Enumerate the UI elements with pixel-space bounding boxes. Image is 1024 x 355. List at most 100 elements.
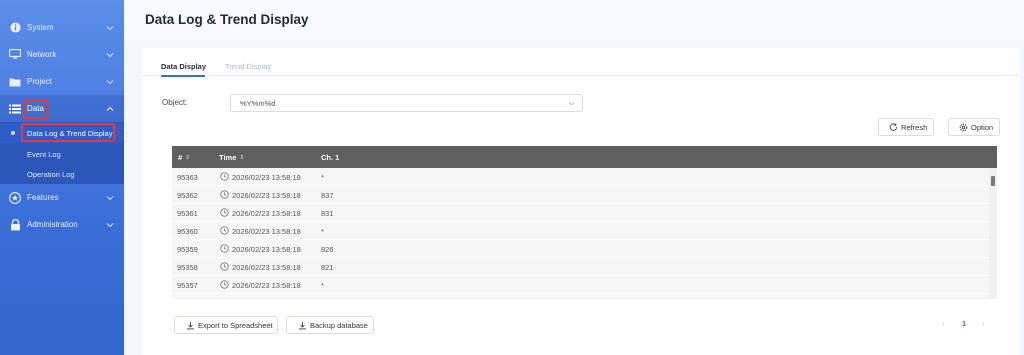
row-ch1: * xyxy=(321,281,324,290)
row-id: 95358 xyxy=(177,263,198,272)
sidebar-item-system[interactable]: System xyxy=(0,14,124,41)
table-row[interactable]: 95357 2026/02/23 13:58:18 * xyxy=(172,276,989,294)
object-select-value: %Y%m%d xyxy=(240,99,276,108)
chevron-down-icon xyxy=(106,222,114,227)
sidebar-item-label: Network xyxy=(27,50,57,59)
row-ch1: 821 xyxy=(321,263,334,272)
object-select[interactable]: %Y%m%d xyxy=(230,94,583,112)
row-time: 2026/02/23 13:58:18 xyxy=(232,227,301,236)
clock-icon xyxy=(220,262,229,271)
column-header-time[interactable]: Time ⇕ xyxy=(219,153,244,162)
data-table: # ⇕ Time ⇕ Ch. 1 95363 2026/02/23 13:58:19… xyxy=(172,146,997,299)
sidebar-subitem-label: Operation Log xyxy=(27,169,75,179)
highlight-box xyxy=(21,123,115,142)
row-id: 95359 xyxy=(177,245,198,254)
pagination-prev[interactable]: ‹ xyxy=(942,319,945,328)
row-time: 2026/02/23 13:58:19 xyxy=(232,173,301,182)
sidebar-item-features[interactable]: Features xyxy=(0,184,124,211)
table-body: 95363 2026/02/23 13:58:19 * 95362 2026/0… xyxy=(172,168,997,299)
row-id: 95361 xyxy=(177,209,198,218)
sidebar-item-data[interactable]: Data xyxy=(0,95,124,122)
active-tab-indicator xyxy=(161,75,205,77)
list-icon xyxy=(9,103,21,115)
row-ch1: 837 xyxy=(321,191,334,200)
info-icon xyxy=(9,22,21,34)
table-row[interactable]: 95363 2026/02/23 13:58:19 * xyxy=(172,168,989,186)
gear-icon xyxy=(958,122,968,132)
pagination-next[interactable]: › xyxy=(982,319,985,328)
page-title: Data Log & Trend Display xyxy=(145,12,309,27)
table-row[interactable]: 95358 2026/02/23 13:58:18 821 xyxy=(172,258,989,276)
row-ch1: 831 xyxy=(321,209,334,218)
option-button[interactable]: Option xyxy=(948,118,1000,136)
sidebar-item-label: Administration xyxy=(27,220,78,229)
tab-data-display[interactable]: Data Display xyxy=(161,62,206,71)
table-row[interactable]: 95360 2026/02/23 13:58:18 * xyxy=(172,222,989,240)
column-header-id[interactable]: # ⇕ xyxy=(178,153,190,162)
sort-icon: ⇕ xyxy=(185,155,191,161)
export-spreadsheet-button[interactable]: Export to Spreadsheet xyxy=(174,316,278,334)
row-id: 95360 xyxy=(177,227,198,236)
refresh-label: Refresh xyxy=(901,122,928,132)
clock-icon xyxy=(220,244,229,253)
row-time: 2026/02/23 13:58:18 xyxy=(232,281,301,290)
pagination-page[interactable]: 1 xyxy=(962,319,966,328)
sidebar-item-label: Project xyxy=(27,77,52,86)
table-header: # ⇕ Time ⇕ Ch. 1 xyxy=(172,146,997,168)
row-time: 2026/02/23 13:58:18 xyxy=(232,245,301,254)
monitor-icon xyxy=(9,49,21,61)
sidebar-item-project[interactable]: Project xyxy=(0,68,124,95)
refresh-button[interactable]: Refresh xyxy=(878,118,934,136)
row-ch1: 826 xyxy=(321,245,334,254)
column-header-ch1: Ch. 1 xyxy=(321,153,340,162)
chevron-down-icon xyxy=(106,195,114,200)
row-time: 2026/02/23 13:58:18 xyxy=(232,209,301,218)
table-row[interactable]: 95361 2026/02/23 13:58:18 831 xyxy=(172,204,989,222)
scrollbar-track[interactable] xyxy=(989,168,997,299)
sidebar-item-administration[interactable]: Administration xyxy=(0,211,124,238)
download-icon xyxy=(185,320,195,330)
clock-icon xyxy=(220,172,229,181)
scrollbar-thumb[interactable] xyxy=(991,176,995,186)
clock-icon xyxy=(220,208,229,217)
tab-bar: Data Display Trend Display xyxy=(142,48,1020,77)
export-label: Export to Spreadsheet xyxy=(198,320,273,330)
chevron-down-icon xyxy=(106,25,114,30)
object-label: Object: xyxy=(162,98,188,107)
clock-icon xyxy=(220,226,229,235)
sidebar-item-label: Features xyxy=(27,193,59,202)
folder-icon xyxy=(9,76,21,88)
clock-icon xyxy=(220,190,229,199)
chevron-down-icon xyxy=(106,52,114,57)
sidebar-subitem-label: Event Log xyxy=(27,149,61,159)
sidebar: System Network Project Data Data Log & T… xyxy=(0,0,124,355)
row-id: 95357 xyxy=(177,281,198,290)
chevron-down-icon xyxy=(106,79,114,84)
download-icon xyxy=(297,320,307,330)
clock-icon xyxy=(220,280,229,289)
refresh-icon xyxy=(888,122,898,132)
sort-icon: ⇕ xyxy=(239,155,245,161)
chevron-up-icon xyxy=(106,106,114,111)
table-row[interactable]: 95362 2026/02/23 13:58:18 837 xyxy=(172,186,989,204)
sidebar-subitem-operation-log[interactable]: Operation Log xyxy=(0,164,124,184)
content-card: Data Display Trend Display Object: %Y%m%… xyxy=(142,48,1020,355)
table-row[interactable]: 95359 2026/02/23 13:58:18 826 xyxy=(172,240,989,258)
sidebar-item-network[interactable]: Network xyxy=(0,41,124,68)
lock-icon xyxy=(9,218,21,231)
highlight-box xyxy=(23,99,48,119)
tab-trend-display[interactable]: Trend Display xyxy=(225,62,271,71)
backup-database-button[interactable]: Backup database xyxy=(286,316,374,334)
row-time: 2026/02/23 13:58:18 xyxy=(232,263,301,272)
star-icon xyxy=(9,191,21,204)
row-ch1: * xyxy=(321,173,324,182)
sidebar-item-label: System xyxy=(27,23,54,32)
row-id: 95363 xyxy=(177,173,198,182)
bullet-icon xyxy=(11,131,15,135)
row-id: 95362 xyxy=(177,191,198,200)
header: Data Log & Trend Display xyxy=(124,0,1024,40)
chevron-down-icon xyxy=(568,101,575,106)
row-ch1: * xyxy=(321,227,324,236)
backup-label: Backup database xyxy=(310,320,368,330)
sidebar-subitem-event-log[interactable]: Event Log xyxy=(0,144,124,164)
